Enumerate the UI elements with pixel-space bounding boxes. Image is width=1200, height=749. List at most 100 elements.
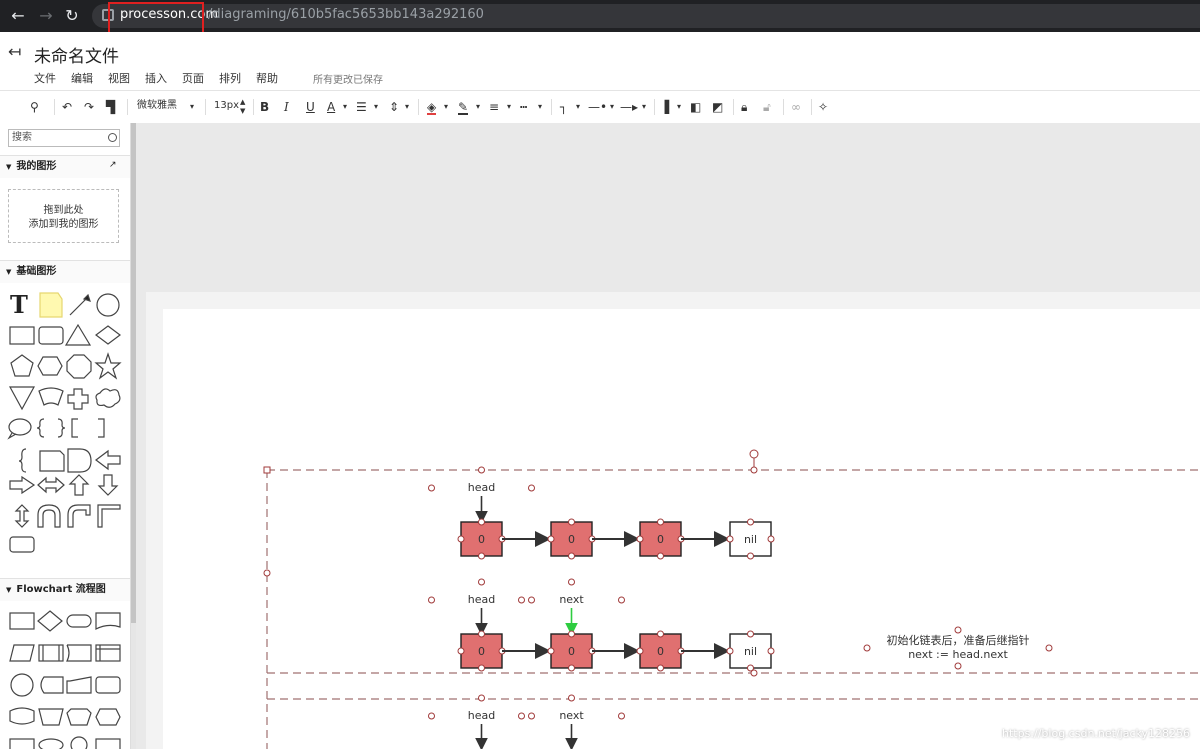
chevron-down-icon[interactable]: ▾ xyxy=(444,98,448,116)
paint-format-icon[interactable]: ▜ xyxy=(106,98,115,116)
diagram-canvas[interactable]: head 0 0 0 nil head next 0 0 0 nil head next xyxy=(163,309,1200,749)
node-handle[interactable] xyxy=(478,664,485,672)
line-start-icon[interactable]: —• xyxy=(588,98,607,116)
shape-search-input[interactable]: 搜索 xyxy=(8,129,120,147)
label-handle[interactable] xyxy=(518,712,525,720)
font-size-select[interactable]: 13px xyxy=(214,97,239,115)
node-handle[interactable] xyxy=(568,518,575,526)
menu-file[interactable]: 文件 xyxy=(34,70,56,88)
diagram-note[interactable]: 初始化链表后，准备后继指针 next := head.next xyxy=(863,634,1053,662)
lock-icon[interactable]: 🔒︎ xyxy=(741,98,747,116)
node-handle[interactable] xyxy=(636,647,644,655)
menu-help[interactable]: 帮助 xyxy=(256,70,278,88)
node-handle[interactable] xyxy=(568,630,575,638)
chevron-down-icon[interactable]: ▾ xyxy=(576,98,580,116)
pointer-label[interactable]: head xyxy=(468,709,495,722)
node-handle[interactable] xyxy=(568,664,575,672)
chevron-down-icon[interactable]: ▾ xyxy=(642,98,646,116)
node-handle[interactable] xyxy=(547,535,555,543)
node-handle[interactable] xyxy=(657,664,664,672)
label-handle[interactable] xyxy=(428,712,435,720)
chevron-down-icon[interactable]: ▾ xyxy=(405,98,409,116)
bold-icon[interactable]: B xyxy=(260,98,269,116)
magic-wand-icon[interactable]: ✧ xyxy=(818,98,828,116)
label-handle[interactable] xyxy=(478,694,485,702)
unlock-icon[interactable]: 🔓︎ xyxy=(763,98,771,116)
node-handle[interactable] xyxy=(547,647,555,655)
chevron-down-icon[interactable]: ▾ xyxy=(190,98,194,116)
pointer-label[interactable]: head xyxy=(468,593,495,606)
line-color-icon[interactable]: ✎ xyxy=(458,98,469,115)
pointer-label[interactable]: head xyxy=(468,481,495,494)
basic-shapes-grid[interactable]: T xyxy=(0,283,130,563)
line-end-arrow-icon[interactable]: —▸ xyxy=(620,98,638,116)
chevron-down-icon[interactable]: ▾ xyxy=(507,98,511,116)
label-handle[interactable] xyxy=(528,712,535,720)
node-handle[interactable] xyxy=(657,552,664,560)
flowchart-shapes-grid[interactable] xyxy=(0,603,130,749)
section-basic-shapes[interactable]: ▼ 基础图形 xyxy=(0,260,130,283)
label-handle[interactable] xyxy=(618,712,625,720)
node-handle[interactable] xyxy=(478,518,485,526)
connector-type-icon[interactable]: ┐ xyxy=(560,98,567,116)
node-handle[interactable] xyxy=(478,552,485,560)
node-handle[interactable] xyxy=(747,552,754,560)
link-icon[interactable]: ∞ xyxy=(791,98,801,116)
node-handle[interactable] xyxy=(478,630,485,638)
label-handle[interactable] xyxy=(518,596,525,604)
node-handle[interactable] xyxy=(726,535,734,543)
node-handle[interactable] xyxy=(568,552,575,560)
label-handle[interactable] xyxy=(478,466,485,474)
drawing-page[interactable]: head 0 0 0 nil head next 0 0 0 nil head next 初始化链表后，… xyxy=(163,309,1200,749)
chevron-down-icon[interactable]: ▾ xyxy=(343,98,347,116)
italic-icon[interactable]: I xyxy=(284,98,289,116)
node-handle[interactable] xyxy=(457,535,465,543)
send-to-back-icon[interactable]: ◩ xyxy=(712,98,723,116)
note-handle[interactable] xyxy=(954,662,962,670)
menu-edit[interactable]: 编辑 xyxy=(71,70,93,88)
pointer-label[interactable]: next xyxy=(559,709,584,722)
address-bar[interactable]: processon.com /diagraming/610b5fac5653bb… xyxy=(92,4,1200,28)
resize-handle-top[interactable] xyxy=(750,466,758,474)
pointer-label[interactable]: next xyxy=(559,593,584,606)
rotate-handle[interactable] xyxy=(749,449,759,459)
edit-icon[interactable]: ↗ xyxy=(109,160,117,170)
label-handle[interactable] xyxy=(528,596,535,604)
menu-insert[interactable]: 插入 xyxy=(145,70,167,88)
label-handle[interactable] xyxy=(428,484,435,492)
node-handle[interactable] xyxy=(767,647,775,655)
node-handle[interactable] xyxy=(657,518,664,526)
chevron-down-icon[interactable]: ▾ xyxy=(538,98,542,116)
label-handle[interactable] xyxy=(568,578,575,586)
node-handle[interactable] xyxy=(747,630,754,638)
my-shapes-dropzone[interactable]: 拖到此处 添加到我的图形 xyxy=(8,189,119,243)
chevron-down-icon[interactable]: ▾ xyxy=(677,98,681,116)
label-handle[interactable] xyxy=(478,578,485,586)
text-align-icon[interactable]: ☰ xyxy=(356,98,367,116)
font-color-icon[interactable]: A xyxy=(327,98,335,116)
back-arrow-icon[interactable]: ← xyxy=(8,6,28,26)
search-icon[interactable] xyxy=(108,133,117,142)
node-handle[interactable] xyxy=(747,518,754,526)
resize-handle-corner[interactable] xyxy=(263,466,271,474)
font-size-stepper-icon[interactable]: ▲ ▼ xyxy=(240,98,245,116)
node-handle[interactable] xyxy=(657,630,664,638)
line-style-icon[interactable]: ┅ xyxy=(520,98,527,116)
back-to-files-icon[interactable]: ↤ xyxy=(8,42,21,61)
resize-handle-left[interactable] xyxy=(263,569,271,577)
note-handle[interactable] xyxy=(954,626,962,634)
align-left-icon[interactable]: ▐ xyxy=(660,98,669,116)
node-handle[interactable] xyxy=(726,647,734,655)
label-handle[interactable] xyxy=(568,694,575,702)
menu-page[interactable]: 页面 xyxy=(182,70,204,88)
bring-to-front-icon[interactable]: ◧ xyxy=(690,98,701,116)
redo-icon[interactable]: ↷ xyxy=(84,98,94,116)
underline-icon[interactable]: U xyxy=(306,98,315,116)
node-handle[interactable] xyxy=(457,647,465,655)
fill-color-icon[interactable]: ◈ xyxy=(427,98,437,115)
file-title[interactable]: 未命名文件 xyxy=(34,42,119,67)
label-handle[interactable] xyxy=(618,596,625,604)
chevron-down-icon[interactable]: ▾ xyxy=(476,98,480,116)
forward-arrow-icon[interactable]: → xyxy=(36,6,56,26)
line-width-icon[interactable]: ≡ xyxy=(489,98,499,116)
